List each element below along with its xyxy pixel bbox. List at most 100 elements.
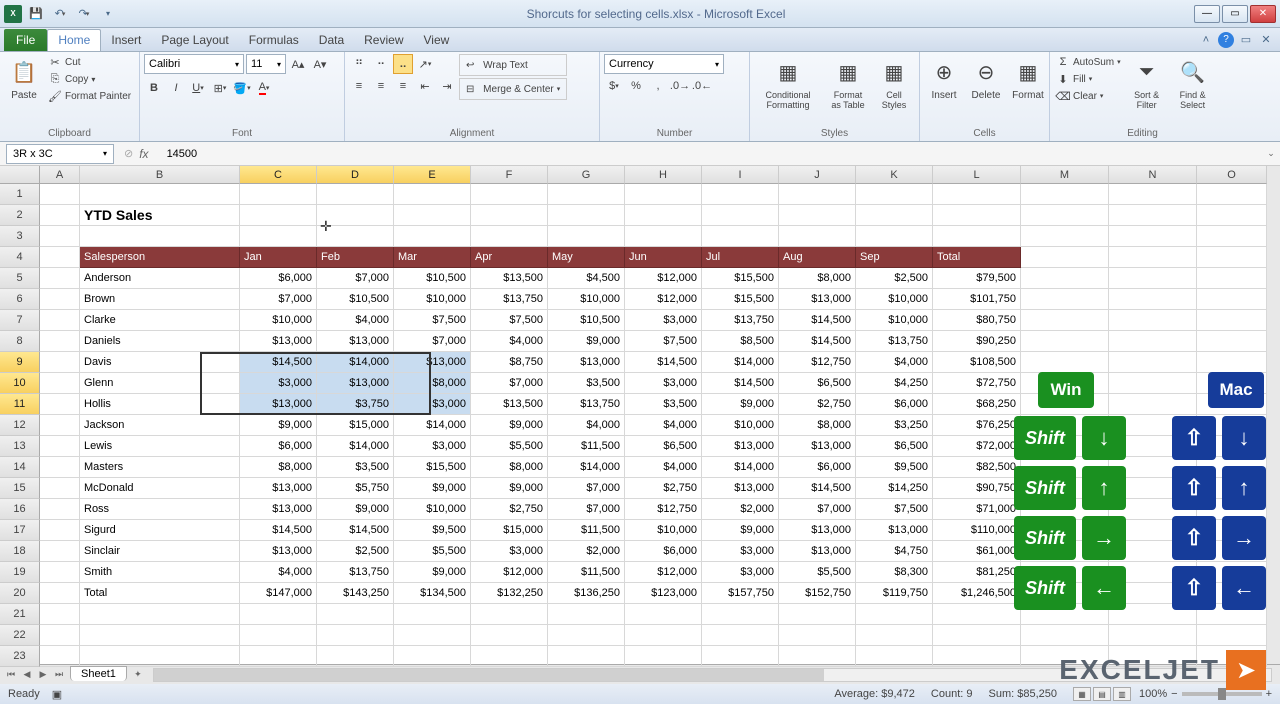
column-header-E[interactable]: E [394, 166, 471, 184]
cell[interactable]: Davis [80, 352, 240, 373]
cell[interactable] [317, 604, 394, 625]
increase-indent-icon[interactable]: ⇥ [437, 76, 457, 96]
cell[interactable]: Sinclair [80, 541, 240, 562]
cell[interactable] [1021, 331, 1109, 352]
cell[interactable] [779, 604, 856, 625]
cell[interactable]: $3,500 [548, 373, 625, 394]
cell[interactable]: $3,000 [471, 541, 548, 562]
cell[interactable]: $2,750 [625, 478, 702, 499]
cell[interactable] [933, 604, 1021, 625]
minimize-ribbon-icon[interactable]: ˄ [1198, 32, 1214, 48]
column-header-F[interactable]: F [471, 166, 548, 184]
cell[interactable]: $9,000 [240, 415, 317, 436]
cell[interactable]: Smith [80, 562, 240, 583]
tab-data[interactable]: Data [309, 29, 354, 51]
cell[interactable]: $7,000 [240, 289, 317, 310]
cell[interactable]: $2,000 [548, 541, 625, 562]
cell[interactable]: $3,000 [625, 310, 702, 331]
sheet-tab-sheet1[interactable]: Sheet1 [70, 666, 127, 681]
cell[interactable] [394, 205, 471, 226]
cell[interactable]: $10,500 [548, 310, 625, 331]
cell[interactable] [933, 625, 1021, 646]
cell[interactable]: $7,000 [779, 499, 856, 520]
cell[interactable] [1109, 625, 1197, 646]
cell[interactable]: $13,000 [317, 331, 394, 352]
cell[interactable]: $13,750 [471, 289, 548, 310]
border-button[interactable]: ⊞▾ [210, 78, 230, 98]
cell[interactable] [1197, 247, 1267, 268]
cell[interactable]: $152,750 [779, 583, 856, 604]
cell[interactable] [40, 205, 80, 226]
cell[interactable]: $4,000 [317, 310, 394, 331]
cell[interactable] [80, 184, 240, 205]
cell[interactable]: $101,750 [933, 289, 1021, 310]
help-icon[interactable]: ? [1218, 32, 1234, 48]
cell[interactable]: $11,500 [548, 520, 625, 541]
cell[interactable]: $13,000 [317, 373, 394, 394]
cell[interactable] [933, 184, 1021, 205]
cell[interactable] [856, 226, 933, 247]
cell[interactable]: $3,750 [317, 394, 394, 415]
cell[interactable] [1109, 310, 1197, 331]
cell[interactable] [240, 625, 317, 646]
cell[interactable] [1109, 331, 1197, 352]
cell[interactable]: $7,500 [394, 310, 471, 331]
cell[interactable] [1021, 247, 1109, 268]
cell[interactable] [779, 625, 856, 646]
cell[interactable]: $3,500 [317, 457, 394, 478]
column-header-L[interactable]: L [933, 166, 1021, 184]
cell[interactable] [40, 268, 80, 289]
cell[interactable]: $7,000 [471, 373, 548, 394]
cell[interactable] [933, 646, 1021, 667]
cell[interactable]: YTD Sales [80, 205, 240, 226]
cell[interactable]: $6,000 [240, 436, 317, 457]
cell[interactable]: Jul [702, 247, 779, 268]
workbook-restore-icon[interactable]: ▭ [1238, 32, 1254, 48]
cell[interactable]: Sep [856, 247, 933, 268]
redo-icon[interactable]: ↷▾ [74, 4, 94, 24]
cell[interactable] [40, 457, 80, 478]
cell[interactable]: Sigurd [80, 520, 240, 541]
cell[interactable]: $7,000 [548, 478, 625, 499]
cell[interactable]: $80,750 [933, 310, 1021, 331]
cell[interactable]: $9,000 [471, 415, 548, 436]
row-header-19[interactable]: 19 [0, 562, 40, 583]
currency-icon[interactable]: $▾ [604, 76, 624, 96]
cell[interactable] [394, 184, 471, 205]
cell[interactable] [40, 436, 80, 457]
cell[interactable]: $3,000 [702, 541, 779, 562]
cell[interactable]: Apr [471, 247, 548, 268]
column-header-I[interactable]: I [702, 166, 779, 184]
cell[interactable]: $13,000 [548, 352, 625, 373]
column-header-G[interactable]: G [548, 166, 625, 184]
zoom-in-icon[interactable]: + [1266, 688, 1272, 700]
cell[interactable]: $12,000 [625, 562, 702, 583]
cell[interactable]: Total [80, 583, 240, 604]
sort-filter-button[interactable]: ⏷Sort & Filter [1125, 54, 1169, 112]
cell[interactable] [625, 604, 702, 625]
cell[interactable]: Hollis [80, 394, 240, 415]
cell[interactable]: $5,500 [779, 562, 856, 583]
cell[interactable] [779, 646, 856, 667]
cell[interactable] [40, 394, 80, 415]
cell[interactable] [1197, 184, 1267, 205]
cell[interactable]: $136,250 [548, 583, 625, 604]
cell[interactable] [625, 646, 702, 667]
cell[interactable]: $15,500 [394, 457, 471, 478]
tab-home[interactable]: Home [47, 29, 101, 51]
cell[interactable]: $15,000 [471, 520, 548, 541]
cell[interactable]: $6,000 [625, 541, 702, 562]
next-sheet-icon[interactable]: ▶ [36, 668, 50, 682]
cell[interactable]: $147,000 [240, 583, 317, 604]
cell[interactable] [933, 205, 1021, 226]
align-middle-icon[interactable]: ⠒ [371, 54, 391, 74]
delete-cells-button[interactable]: ⊖Delete [966, 54, 1006, 103]
cell[interactable] [933, 226, 1021, 247]
cell[interactable]: $13,500 [471, 268, 548, 289]
cell[interactable] [40, 331, 80, 352]
cell[interactable]: $4,500 [548, 268, 625, 289]
row-header-14[interactable]: 14 [0, 457, 40, 478]
bold-button[interactable]: B [144, 78, 164, 98]
copy-button[interactable]: ⎘Copy▾ [46, 71, 133, 87]
cell[interactable]: $14,000 [394, 415, 471, 436]
